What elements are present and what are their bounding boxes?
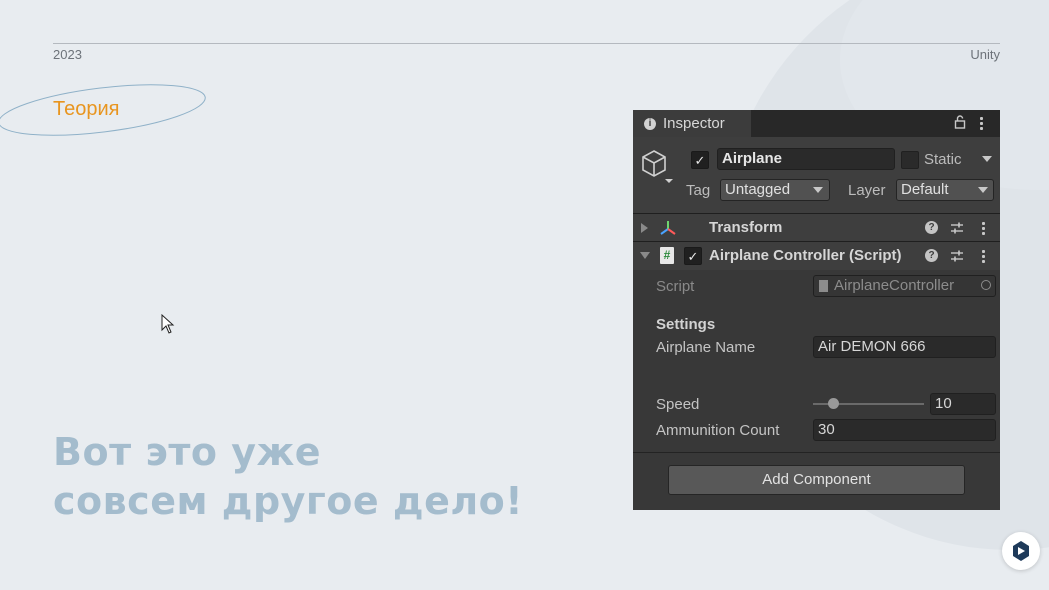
ammunition-count-input[interactable]: 30	[813, 419, 996, 441]
year-label: 2023	[53, 47, 82, 62]
add-component-button[interactable]: Add Component	[668, 465, 965, 495]
chevron-down-icon	[978, 187, 988, 193]
component-title: Airplane Controller (Script)	[709, 247, 902, 264]
headline-line-1: Вот это уже	[53, 430, 322, 474]
mouse-cursor-icon	[161, 314, 175, 334]
script-hash-icon: #	[660, 247, 674, 264]
settings-header: Settings	[656, 316, 716, 333]
static-label: Static	[924, 151, 962, 168]
speed-label: Speed	[656, 396, 700, 413]
checkmark-icon: ✓	[694, 152, 706, 168]
component-transform[interactable]: Transform ?	[633, 213, 1000, 242]
inspector-divider	[633, 452, 1000, 453]
collapse-arrow-icon[interactable]	[640, 252, 650, 259]
inspector-tabbar: i Inspector	[633, 110, 1000, 137]
component-title: Transform	[709, 219, 783, 236]
expand-arrow-icon[interactable]	[641, 223, 648, 233]
static-dropdown-caret-icon[interactable]	[982, 156, 992, 162]
component-menu-icon[interactable]	[982, 222, 985, 235]
inspector-panel: i Inspector ✓ Airplane Static Tag Untagg…	[633, 110, 1000, 510]
component-enabled-checkbox[interactable]: ✓	[684, 247, 702, 265]
help-icon[interactable]: ?	[925, 221, 938, 234]
speed-slider-thumb[interactable]	[828, 398, 839, 409]
section-title: Теория	[53, 98, 120, 120]
chevron-down-icon	[813, 187, 823, 193]
script-value: AirplaneController	[834, 277, 955, 294]
active-checkbox[interactable]: ✓	[691, 151, 709, 169]
object-picker-icon[interactable]	[981, 280, 991, 290]
slide-headline: Вот это уже совсем другое дело!	[53, 428, 523, 526]
airplane-name-input[interactable]: Air DEMON 666	[813, 336, 996, 358]
brand-label: Unity	[970, 47, 1000, 62]
preset-settings-icon[interactable]	[950, 221, 964, 235]
logo-button[interactable]	[1002, 532, 1040, 570]
tag-select[interactable]: Untagged	[720, 179, 830, 201]
lock-icon[interactable]	[954, 115, 966, 129]
ammunition-count-label: Ammunition Count	[656, 422, 780, 439]
gameobject-name-field[interactable]: Airplane	[717, 148, 895, 170]
info-icon: i	[644, 117, 656, 130]
preset-settings-icon[interactable]	[950, 249, 964, 263]
checkmark-icon: ✓	[687, 248, 699, 264]
layer-select[interactable]: Default	[896, 179, 994, 201]
help-icon[interactable]: ?	[925, 249, 938, 262]
gameobject-cube-icon[interactable]	[640, 149, 674, 183]
headline-line-2: совсем другое дело!	[53, 479, 524, 523]
tab-label: Inspector	[663, 115, 725, 132]
script-file-icon	[819, 280, 828, 292]
script-label: Script	[656, 278, 695, 295]
gameobject-header: ✓ Airplane Static Tag Untagged Layer Def…	[633, 137, 1000, 213]
airplane-name-label: Airplane Name	[656, 339, 756, 356]
transform-axes-icon	[660, 221, 676, 235]
tag-label: Tag	[686, 182, 711, 199]
layer-value: Default	[901, 181, 949, 198]
script-object-field[interactable]: AirplaneController	[813, 275, 996, 297]
logo-icon	[1013, 541, 1029, 561]
header-rule	[53, 43, 1000, 44]
speed-input[interactable]: 10	[930, 393, 996, 415]
component-menu-icon[interactable]	[982, 250, 985, 263]
component-airplane-controller[interactable]: # ✓ Airplane Controller (Script) ?	[633, 241, 1000, 270]
static-checkbox[interactable]	[901, 151, 919, 169]
tab-menu-icon[interactable]	[980, 117, 983, 130]
tab-inspector[interactable]: i Inspector	[633, 110, 751, 137]
layer-label: Layer	[848, 182, 886, 199]
tag-value: Untagged	[725, 181, 791, 198]
